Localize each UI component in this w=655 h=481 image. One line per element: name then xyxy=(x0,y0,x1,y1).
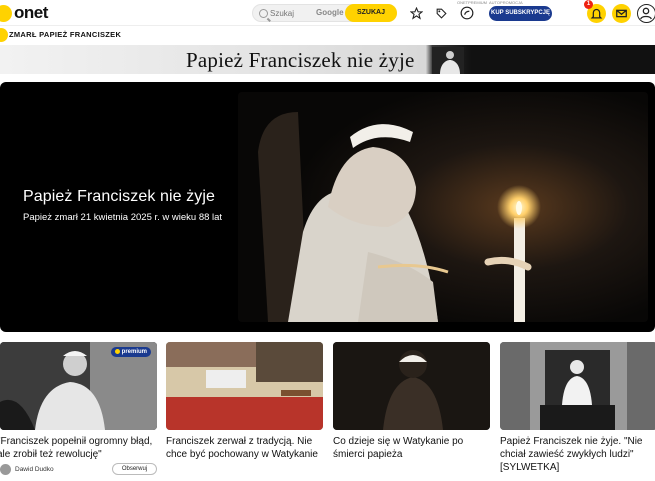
article-title[interactable]: Franciszek zerwał z tradycją. Nie chce b… xyxy=(166,435,323,461)
section-label[interactable]: ZMARŁ PAPIEŻ FRANCISZEK xyxy=(9,30,121,39)
hero-title[interactable]: Papież Franciszek nie żyje xyxy=(23,188,215,206)
hero-subtitle: Papież zmarł 21 kwietnia 2025 r. w wieku… xyxy=(23,212,223,223)
section-subnav: ZMARŁ PAPIEŻ FRANCISZEK xyxy=(0,27,655,42)
subscribe-button[interactable]: KUP SUBSKRYPCJĘ xyxy=(489,6,552,21)
premium-logo-icon[interactable] xyxy=(459,5,475,21)
section-dot-icon xyxy=(0,28,8,42)
article-card[interactable]: Franciszek zerwał z tradycją. Nie chce b… xyxy=(166,342,323,481)
hero-article[interactable]: Papież Franciszek nie żyje Papież zmarł … xyxy=(0,82,655,332)
premium-dot-icon xyxy=(114,348,120,354)
subscription-tiny-label: AUTOPROMOCJA xyxy=(489,0,523,5)
mail-icon[interactable] xyxy=(612,4,631,23)
user-avatar-icon[interactable] xyxy=(637,4,655,23)
related-articles: premium "Franciszek popełnił ogromny błą… xyxy=(0,342,655,481)
author-avatar[interactable] xyxy=(0,464,11,475)
star-icon[interactable] xyxy=(408,5,424,21)
premium-label: premium xyxy=(121,349,147,355)
article-title[interactable]: Papież Franciszek nie żyje. "Nie chciał … xyxy=(500,435,655,474)
onet-logo[interactable]: onet xyxy=(0,2,48,24)
article-card[interactable]: Co dzieje się w Watykanie po śmierci pap… xyxy=(333,342,490,481)
top-bar: onet Google SZUKAJ ONETPREMIUM AUTOPROMO… xyxy=(0,0,655,26)
article-title[interactable]: Co dzieje się w Watykanie po śmierci pap… xyxy=(333,435,490,461)
author-name[interactable]: Dawid Dudko xyxy=(15,466,54,473)
article-image[interactable] xyxy=(500,342,655,430)
hero-image[interactable] xyxy=(238,92,648,322)
search-icon xyxy=(259,9,268,18)
premium-badge: premium xyxy=(110,347,151,357)
article-image[interactable] xyxy=(166,342,323,430)
article-image[interactable] xyxy=(333,342,490,430)
memorial-banner[interactable]: Papież Franciszek nie żyje xyxy=(0,45,655,74)
article-card[interactable]: Papież Franciszek nie żyje. "Nie chciał … xyxy=(500,342,655,481)
logo-text: onet xyxy=(14,3,48,22)
banner-title: Papież Franciszek nie żyje xyxy=(186,48,415,72)
logo-dot-icon xyxy=(0,4,12,22)
article-title[interactable]: "Franciszek popełnił ogromny błąd, ale z… xyxy=(0,435,154,461)
pope-silhouette-image xyxy=(432,47,464,74)
article-card[interactable]: premium "Franciszek popełnił ogromny błą… xyxy=(0,342,157,481)
follow-button[interactable]: Obserwuj xyxy=(112,463,157,475)
notification-badge: 1 xyxy=(584,0,593,9)
google-label: Google xyxy=(316,8,344,17)
search-button[interactable]: SZUKAJ xyxy=(345,4,397,22)
search-input[interactable] xyxy=(270,6,320,21)
tags-icon[interactable] xyxy=(433,5,449,21)
